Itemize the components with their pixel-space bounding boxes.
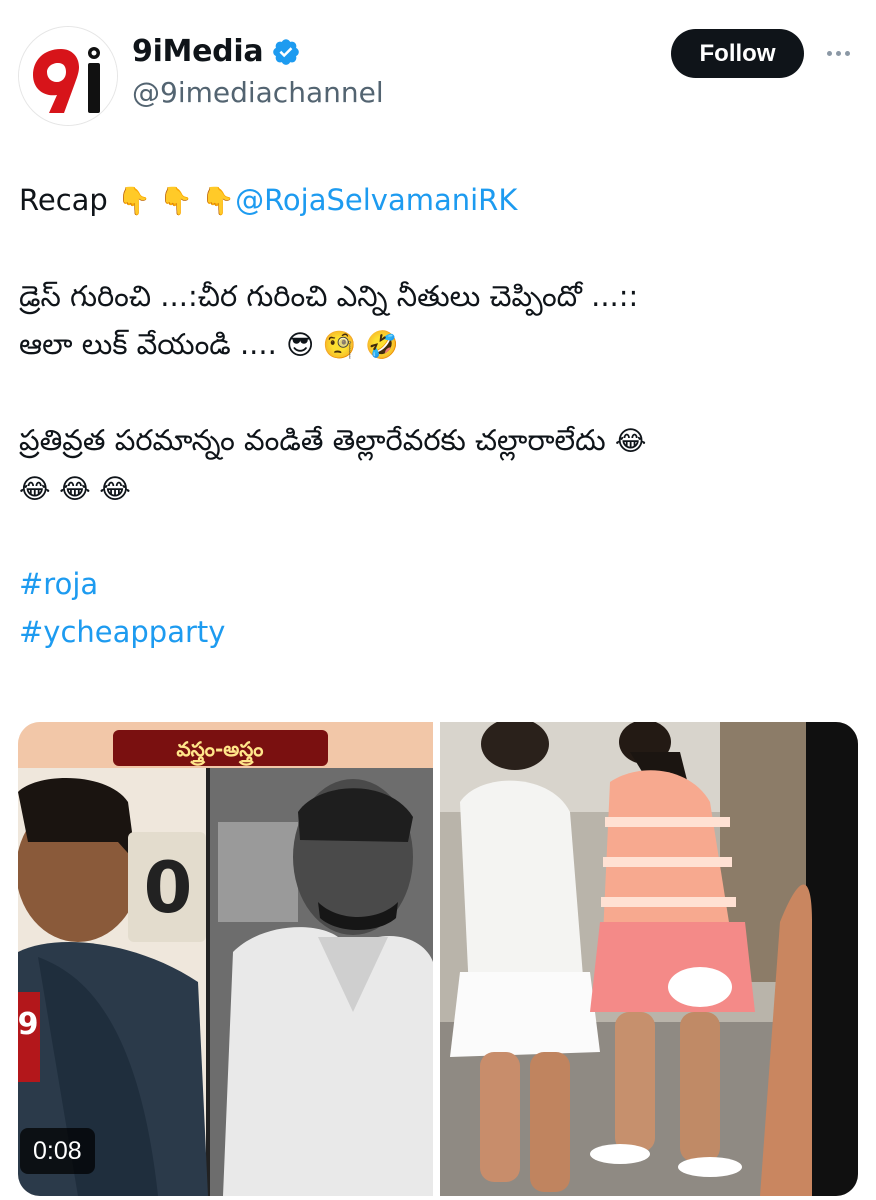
9i-logo-icon: [19, 27, 117, 125]
tweet-text: Recap 👇 👇 👇@RojaSelvamaniRK డ్రెస్ గురిం…: [19, 176, 859, 656]
tweet-line-4: ప్రతివ్రత పరమాన్నం వండితే తెల్లారేవరకు చ…: [19, 416, 859, 464]
tweet-line-3: ఆలా లుక్ వేయండి .... 😎 🧐 🤣: [19, 320, 859, 368]
hashtag-line-2: #ycheapparty: [19, 608, 859, 656]
avatar[interactable]: [18, 26, 118, 126]
verified-badge-icon: [271, 37, 301, 67]
svg-text:0: 0: [144, 847, 193, 929]
tweet-line-1: Recap 👇 👇 👇@RojaSelvamaniRK: [19, 176, 859, 224]
media-grid: వస్త్రం-అస్త్రం 9 0: [18, 722, 858, 1196]
tweet-line-2: డ్రెస్ గురించి ...:చీర గురించి ఎన్ని నీత…: [19, 279, 639, 313]
hashtag-line-1: #roja: [19, 560, 859, 608]
author-display-name[interactable]: 9iMedia: [132, 34, 301, 69]
hashtag-link[interactable]: #roja: [19, 567, 98, 601]
laughing-emojis: 😂 😂 😂: [19, 474, 131, 505]
pointing-down-emoji: 👇 👇 👇: [117, 186, 236, 217]
hashtag-link[interactable]: #ycheapparty: [19, 615, 225, 649]
mention-link[interactable]: @RojaSelvamaniRK: [235, 183, 517, 217]
author-name-text[interactable]: 9iMedia: [132, 34, 264, 69]
follow-button[interactable]: Follow: [671, 29, 804, 78]
more-horizontal-icon[interactable]: [818, 38, 858, 68]
tweet-line-3-text: ఆలా లుక్ వేయండి ....: [19, 327, 287, 361]
recap-text: Recap: [19, 183, 118, 217]
svg-text:9: 9: [18, 1007, 38, 1042]
laughing-emoji: 😂: [614, 426, 647, 457]
tweet-line-5: 😂 😂 😂: [19, 464, 859, 512]
photo-thumbnail[interactable]: [440, 722, 858, 1196]
author-handle[interactable]: @9imediachannel: [132, 76, 384, 109]
tweet-line-4-text: ప్రతివ్రత పరమాన్నం వండితే తెల్లారేవరకు చ…: [19, 423, 615, 457]
reaction-emojis: 😎 🧐 🤣: [286, 330, 399, 361]
video-duration-badge: 0:08: [20, 1128, 95, 1174]
video-thumbnail[interactable]: వస్త్రం-అస్త్రం 9 0: [18, 722, 433, 1196]
